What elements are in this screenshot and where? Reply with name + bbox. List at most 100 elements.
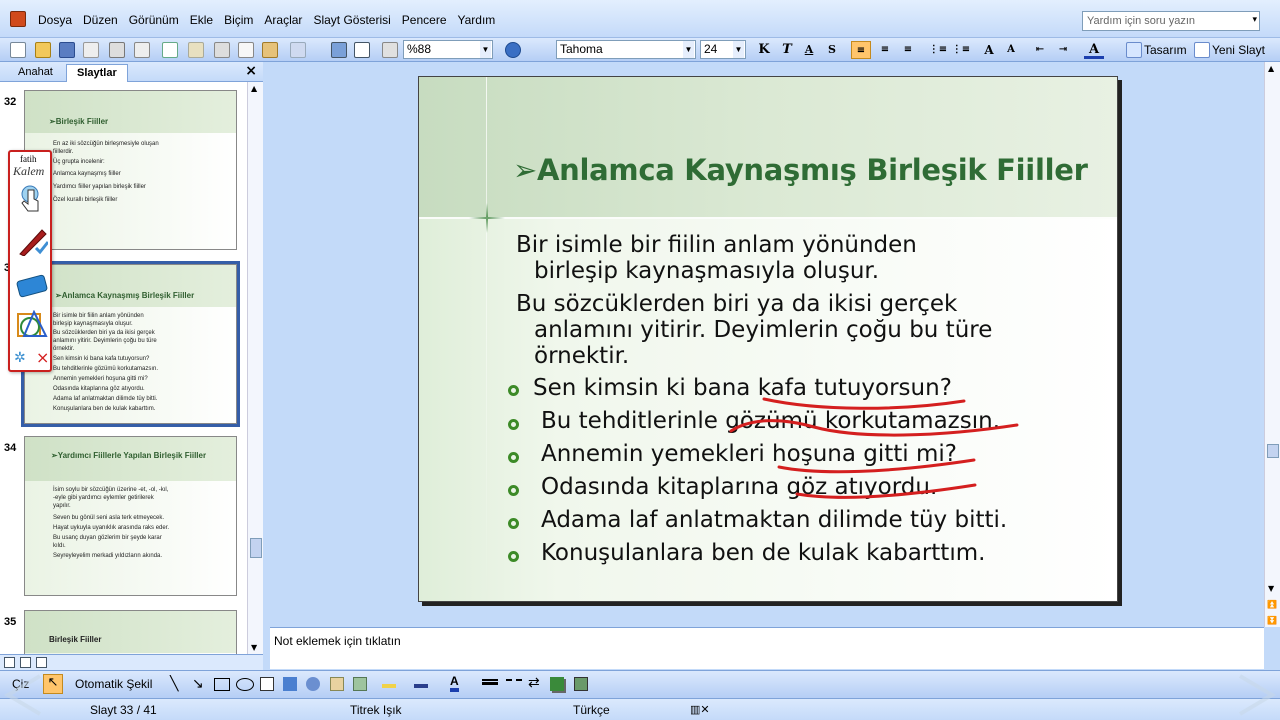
menu-item-dosya[interactable]: Dosya [36, 13, 81, 27]
autoshapes-menu-button[interactable]: Otomatik Şekil [75, 677, 152, 691]
spelling-icon[interactable] [162, 42, 178, 58]
menu-item-pencere[interactable]: Pencere [400, 13, 456, 27]
align-right-button[interactable]: ≡ [898, 41, 918, 59]
next-slide-icon[interactable]: ⏬ [1267, 616, 1277, 625]
tab-slides[interactable]: Slaytlar [66, 64, 128, 82]
menu-item-ekle[interactable]: Ekle [188, 13, 222, 27]
open-folder-icon[interactable] [35, 42, 51, 58]
normal-view-icon[interactable] [4, 657, 15, 668]
new-slide-icon[interactable] [1194, 42, 1210, 58]
help-dropdown-icon[interactable]: ▾ [1252, 14, 1257, 25]
menu-item-slayt-gosterisi[interactable]: Slayt Gösterisi [311, 13, 399, 27]
previous-arrow-icon[interactable] [4, 672, 44, 718]
scroll-up-icon[interactable]: ▲ [251, 84, 257, 93]
italic-button[interactable]: T [777, 41, 797, 59]
line-color-icon[interactable] [414, 676, 428, 688]
font-size-select[interactable]: 24 ▼ [700, 40, 746, 59]
print-preview-icon[interactable] [134, 42, 150, 58]
font-color-icon[interactable]: A [450, 674, 459, 692]
research-icon[interactable] [188, 42, 204, 58]
wordart-icon[interactable] [283, 677, 297, 691]
bullets-button[interactable]: ⋮≡ [951, 41, 971, 59]
shadow-button[interactable]: S [822, 41, 842, 59]
new-slide-button[interactable]: Yeni Slayt [1212, 41, 1265, 59]
rectangle-tool-icon[interactable] [214, 678, 230, 691]
menu-item-gorunum[interactable]: Görünüm [127, 13, 188, 27]
slide-area-scrollbar[interactable]: ▲ ▼ ⏫ ⏬ [1264, 62, 1280, 627]
select-objects-icon[interactable]: ↖ [43, 674, 63, 694]
shadow-style-icon[interactable] [550, 677, 564, 691]
increase-indent-button[interactable]: ⇥ [1053, 41, 1073, 59]
dash-style-icon[interactable] [506, 679, 522, 687]
scroll-up-icon[interactable]: ▲ [1268, 64, 1274, 73]
pointer-hand-icon[interactable] [16, 184, 48, 214]
bold-button[interactable]: K [754, 41, 774, 59]
slide-thumbnail-32[interactable]: ➢Birleşik Fiiller En az iki sözcüğün bir… [24, 90, 237, 250]
clip-art-icon[interactable] [330, 677, 344, 691]
undo-icon[interactable] [290, 42, 306, 58]
slides-pane-scrollbar[interactable]: ▲ ▼ [247, 82, 263, 654]
settings-gear-icon[interactable]: ✲ [14, 350, 26, 366]
decrease-font-size-button[interactable]: A [1001, 41, 1021, 59]
slide-thumbnail-33[interactable]: ➢Anlamca Kaynaşmış Birleşik Fiiller Bir … [21, 261, 240, 427]
font-name-dropdown-icon[interactable]: ▼ [683, 41, 694, 58]
eraser-icon[interactable] [16, 270, 48, 300]
help-search-input[interactable]: Yardım için soru yazın ▾ [1082, 11, 1260, 31]
copy-icon[interactable] [238, 42, 254, 58]
kalem-close-icon[interactable]: × [36, 348, 49, 367]
underline-button[interactable]: A [799, 41, 819, 59]
slide-thumbnail-35[interactable]: Birleşik Fiiller [24, 610, 237, 654]
grid-icon[interactable] [382, 42, 398, 58]
design-button[interactable]: Tasarım [1144, 41, 1187, 59]
scroll-thumb[interactable] [1267, 444, 1279, 458]
menu-item-yardim[interactable]: Yardım [456, 13, 505, 27]
powerpoint-app-icon[interactable] [10, 11, 26, 27]
diagram-icon[interactable] [306, 677, 320, 691]
new-document-icon[interactable] [10, 42, 26, 58]
menu-item-duzen[interactable]: Düzen [81, 13, 127, 27]
notes-pane[interactable]: Not eklemek için tıklatın [270, 627, 1264, 669]
next-arrow-icon[interactable] [1236, 672, 1276, 718]
permission-icon[interactable] [83, 42, 99, 58]
print-icon[interactable] [109, 42, 125, 58]
previous-slide-icon[interactable]: ⏫ [1267, 600, 1277, 609]
line-tool-icon[interactable]: ╲ [170, 675, 178, 692]
close-pane-icon[interactable]: × [245, 63, 257, 79]
3d-style-icon[interactable] [574, 677, 588, 691]
numbering-button[interactable]: ⋮≡ [928, 41, 948, 59]
arrow-style-icon[interactable]: ⇄ [528, 674, 540, 691]
format-painter-icon[interactable] [262, 42, 278, 58]
align-left-button[interactable]: ≡ [851, 41, 871, 59]
decrease-indent-button[interactable]: ⇤ [1030, 41, 1050, 59]
tab-outline[interactable]: Anahat [8, 64, 63, 82]
current-slide[interactable]: ➢Anlamca Kaynaşmış Birleşik Fiiller Bir … [418, 76, 1118, 602]
help-icon[interactable] [505, 42, 521, 58]
pen-icon[interactable] [16, 226, 48, 256]
scroll-down-icon[interactable]: ▼ [251, 643, 257, 652]
arrow-tool-icon[interactable]: ↘ [192, 675, 204, 692]
cut-icon[interactable] [214, 42, 230, 58]
font-name-select[interactable]: Tahoma ▼ [556, 40, 696, 59]
fill-color-icon[interactable] [382, 676, 396, 688]
font-size-dropdown-icon[interactable]: ▼ [733, 41, 744, 58]
slide-thumbnail-34[interactable]: ➢Yardımcı Fiillerle Yapılan Birleşik Fii… [24, 436, 237, 596]
slide-sorter-view-icon[interactable] [20, 657, 31, 668]
text-box-icon[interactable] [260, 677, 274, 691]
design-icon[interactable] [1126, 42, 1142, 58]
slideshow-view-icon[interactable] [36, 657, 47, 668]
align-center-button[interactable]: ≡ [875, 41, 895, 59]
save-icon[interactable] [59, 42, 75, 58]
zoom-dropdown-icon[interactable]: ▼ [480, 41, 491, 58]
increase-font-size-button[interactable]: A [979, 41, 999, 59]
oval-tool-icon[interactable] [236, 678, 254, 691]
scroll-down-icon[interactable]: ▼ [1268, 584, 1274, 593]
zoom-select[interactable]: %88 ▼ [403, 40, 493, 59]
insert-chart-icon[interactable] [331, 42, 347, 58]
line-style-icon[interactable] [482, 679, 498, 685]
shapes-icon[interactable] [16, 310, 48, 340]
insert-picture-icon[interactable] [353, 677, 367, 691]
slide-title[interactable]: ➢Anlamca Kaynaşmış Birleşik Fiiller [513, 153, 1088, 187]
scroll-thumb[interactable] [250, 538, 262, 558]
menu-item-bicim[interactable]: Biçim [222, 13, 262, 27]
font-color-button[interactable]: A [1084, 41, 1104, 59]
